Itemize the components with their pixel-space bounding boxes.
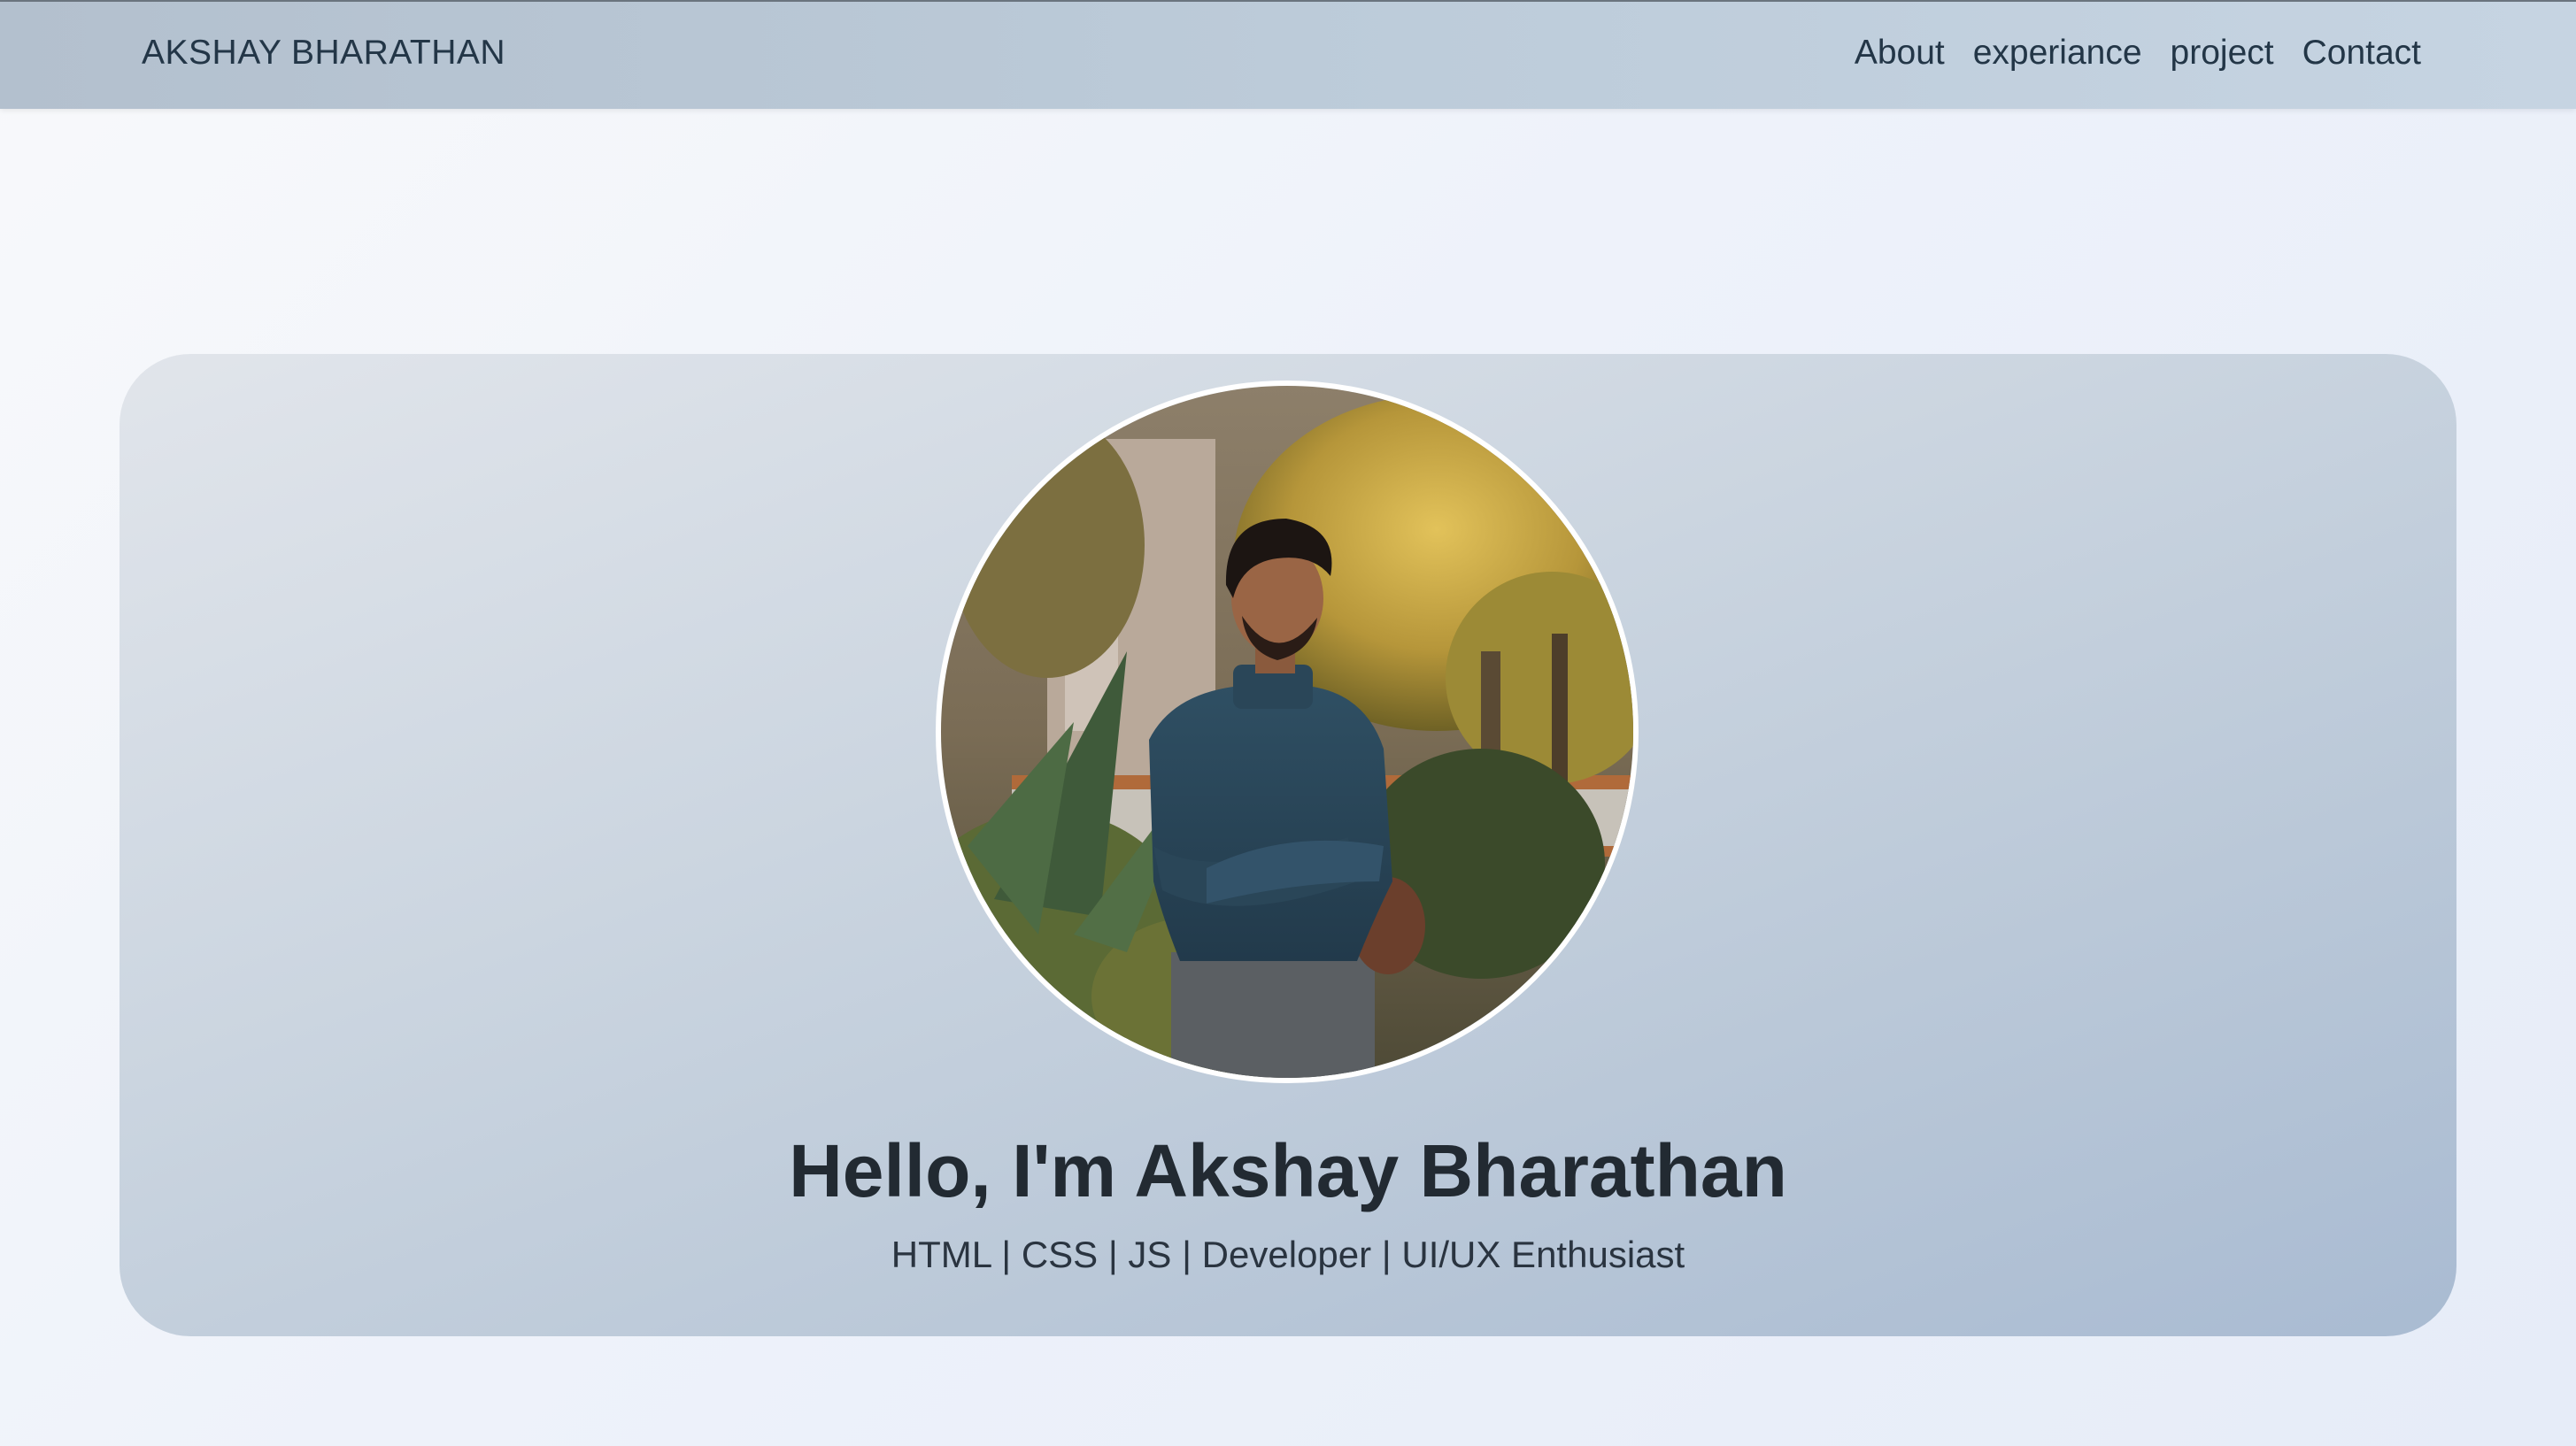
top-navbar: AKSHAY BHARATHAN About experiance projec…: [0, 2, 2576, 109]
nav-menu: About experiance project Contact: [1855, 34, 2421, 73]
nav-link-about[interactable]: About: [1855, 34, 1945, 73]
brand-logo-text[interactable]: AKSHAY BHARATHAN: [142, 34, 505, 73]
hero-subtitle: HTML | CSS | JS | Developer | UI/UX Enth…: [891, 1234, 1685, 1275]
nav-link-contact[interactable]: Contact: [2302, 34, 2421, 73]
hero-title: Hello, I'm Akshay Bharathan: [789, 1129, 1787, 1212]
profile-photo: [936, 381, 1639, 1083]
nav-link-project[interactable]: project: [2171, 34, 2274, 73]
nav-link-experience[interactable]: experiance: [1973, 34, 2142, 73]
